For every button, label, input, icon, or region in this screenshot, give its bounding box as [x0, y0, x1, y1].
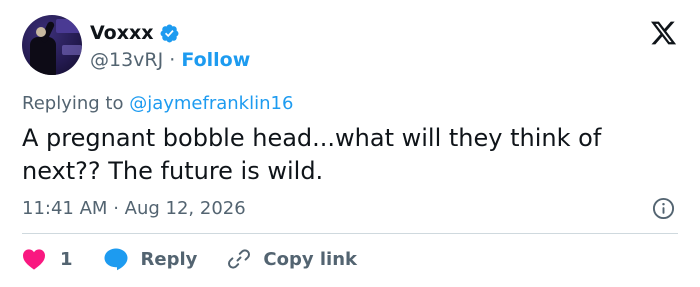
- author-handle[interactable]: @13vRJ: [90, 49, 163, 71]
- reply-button[interactable]: Reply: [103, 247, 198, 271]
- avatar-background-shape: [62, 45, 82, 55]
- author-name[interactable]: Voxxx: [90, 22, 154, 44]
- separator-dot: ·: [169, 49, 176, 71]
- timestamp[interactable]: 11:41 AM · Aug 12, 2026: [22, 198, 246, 219]
- verified-badge-icon: [160, 24, 178, 42]
- timestamp-separator: ·: [113, 198, 119, 219]
- avatar-figure: [30, 37, 56, 75]
- divider: [22, 233, 678, 234]
- copy-link-button[interactable]: Copy link: [227, 247, 357, 271]
- author-name-row[interactable]: Voxxx: [90, 22, 180, 44]
- avatar[interactable]: [22, 15, 82, 75]
- replying-to-prefix: Replying to: [22, 93, 130, 114]
- replying-to-line: Replying to @jaymefranklin16: [22, 93, 293, 114]
- link-icon: [228, 249, 251, 269]
- heart-icon: [23, 249, 45, 270]
- x-logo-icon[interactable]: [649, 19, 678, 47]
- avatar-background-shape: [56, 19, 80, 33]
- handle-row: @13vRJ · Follow: [90, 49, 250, 71]
- avatar-figure-head: [36, 27, 46, 37]
- copy-link-label: Copy link: [263, 248, 357, 270]
- tweet-date[interactable]: Aug 12, 2026: [125, 198, 246, 219]
- replying-to-mention[interactable]: @jaymefranklin16: [129, 93, 293, 114]
- like-count: 1: [60, 248, 73, 270]
- like-button[interactable]: 1: [22, 248, 73, 270]
- follow-button[interactable]: Follow: [181, 49, 250, 71]
- tweet-time[interactable]: 11:41 AM: [22, 198, 107, 219]
- reply-label: Reply: [140, 248, 198, 270]
- action-bar: 1 Reply Copy link: [22, 247, 357, 271]
- tweet-text: A pregnant bobble head...what will they …: [22, 124, 602, 185]
- info-icon[interactable]: [652, 197, 675, 220]
- reply-bubble-icon: [104, 248, 128, 271]
